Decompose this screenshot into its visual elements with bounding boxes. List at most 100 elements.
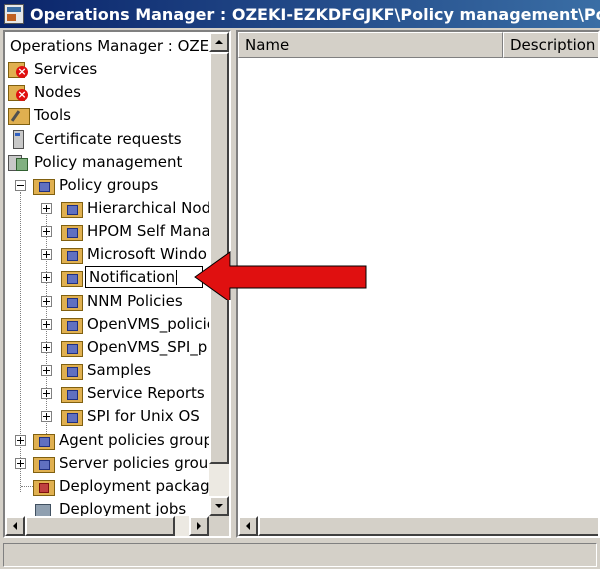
folder-icon — [33, 176, 55, 195]
folder-icon — [61, 315, 83, 334]
tree-item-agent-policies-group[interactable]: Agent policies group — [33, 429, 209, 451]
tree-item-deployment-jobs[interactable]: Deployment jobs — [33, 498, 188, 516]
tree-item-label: SPI for Unix OS — [87, 407, 200, 425]
collapse-policy-groups-button[interactable] — [15, 180, 26, 191]
text-caret — [176, 270, 178, 285]
arrow-icon — [194, 251, 367, 300]
tree-root[interactable]: Operations Manager : OZEK — [8, 35, 209, 57]
red-arrow-annotation — [194, 251, 367, 300]
expand-button[interactable] — [41, 342, 52, 353]
expand-button[interactable] — [15, 435, 26, 446]
tree-item-microsoft-windo[interactable]: Microsoft Windo — [61, 243, 209, 265]
tree-item-policy-groups[interactable]: Policy groups — [33, 174, 160, 196]
tree-item-label: Policy groups — [59, 176, 159, 194]
tree-item-openvms-spi[interactable]: OpenVMS_SPI_p — [61, 336, 209, 358]
title-bar: Operations Manager : OZEKI-EZKDFGJKF\Pol… — [0, 0, 600, 28]
tree-connector-line — [21, 486, 33, 487]
tree-item-nodes[interactable]: Nodes — [8, 81, 83, 103]
expand-button[interactable] — [41, 272, 52, 283]
expand-button[interactable] — [41, 249, 52, 260]
list-horizontal-scrollbar[interactable] — [238, 516, 598, 536]
expand-button[interactable] — [41, 388, 52, 399]
folder-icon — [61, 199, 83, 218]
tree-item-label: Server policies group — [59, 454, 209, 472]
scroll-left-button[interactable] — [5, 516, 25, 536]
tree-root-label: Operations Manager : OZEK — [10, 37, 209, 55]
tree-connector-line — [20, 192, 21, 492]
certificate-icon — [8, 130, 28, 149]
arrow-left-icon — [246, 522, 250, 530]
folder-icon — [61, 384, 83, 403]
scroll-up-button[interactable] — [209, 32, 229, 52]
expand-button[interactable] — [41, 365, 52, 376]
scroll-right-button[interactable] — [189, 516, 209, 536]
tree-item-hierarchical-nod[interactable]: Hierarchical Nod — [61, 197, 209, 219]
expand-button[interactable] — [41, 411, 52, 422]
folder-icon — [61, 338, 83, 357]
arrow-up-icon — [215, 40, 223, 44]
tree-item-label: Deployment package — [59, 477, 209, 495]
tree-item-label: Deployment jobs — [59, 500, 187, 516]
tree-item-service-reports[interactable]: Service Reports — [61, 382, 207, 404]
nodes-icon — [8, 83, 28, 101]
list-column-headers: Name Description — [238, 32, 598, 58]
tree-item-hpom-self-mana[interactable]: HPOM Self Mana — [61, 220, 209, 242]
operations-manager-app-icon[interactable] — [4, 4, 24, 24]
folder-icon — [61, 222, 83, 241]
tree-item-tools[interactable]: Tools — [8, 104, 73, 126]
tree-item-certificate-requests[interactable]: Certificate requests — [8, 128, 184, 150]
scroll-left-button[interactable] — [238, 516, 258, 536]
scroll-down-button[interactable] — [209, 496, 229, 516]
folder-icon — [33, 454, 55, 473]
package-icon — [33, 477, 55, 496]
folder-icon — [61, 292, 83, 311]
tree-item-services[interactable]: Services — [8, 58, 99, 80]
tree-item-label: NNM Policies — [87, 292, 183, 310]
services-icon — [8, 60, 28, 78]
column-header-description[interactable]: Description — [503, 32, 598, 58]
expand-button[interactable] — [41, 203, 52, 214]
tree-item-nnm-policies[interactable]: NNM Policies — [61, 290, 185, 312]
tree-item-deployment-package[interactable]: Deployment package — [33, 475, 209, 497]
console-tree: Operations Manager : OZEK Services Nodes… — [5, 32, 209, 516]
tree-item-notification[interactable]: Notification — [61, 266, 203, 288]
tree-horizontal-scrollbar[interactable] — [5, 516, 209, 536]
folder-icon — [61, 245, 83, 264]
rename-text: Notification — [89, 268, 176, 286]
folder-icon — [61, 407, 83, 426]
expand-button[interactable] — [41, 226, 52, 237]
rename-edit-box[interactable]: Notification — [85, 266, 203, 288]
jobs-icon — [33, 500, 53, 516]
tools-icon — [8, 106, 30, 125]
arrow-right-icon — [197, 522, 201, 530]
tree-item-label: Service Reports — [87, 384, 205, 402]
tree-item-label: HPOM Self Mana — [87, 222, 209, 240]
policy-icon — [8, 153, 28, 171]
tree-item-policy-management[interactable]: Policy management — [8, 151, 184, 173]
status-bar — [3, 543, 597, 567]
folder-icon — [61, 268, 83, 287]
column-header-name[interactable]: Name — [238, 32, 503, 58]
expand-button[interactable] — [41, 319, 52, 330]
tree-item-openvms-policies[interactable]: OpenVMS_policie — [61, 313, 209, 335]
tree-item-label: OpenVMS_policie — [87, 315, 209, 333]
tree-horizontal-scroll-thumb[interactable] — [25, 516, 175, 536]
tree-item-spi-for-unix-os[interactable]: SPI for Unix OS — [61, 405, 202, 427]
arrow-left-icon — [13, 522, 17, 530]
folder-icon — [61, 361, 83, 380]
tree-item-label: Nodes — [34, 83, 81, 101]
tree-item-label: Samples — [87, 361, 152, 379]
tree-item-label: Tools — [34, 106, 71, 124]
tree-item-label: Policy management — [34, 153, 183, 171]
tree-item-label: OpenVMS_SPI_p — [87, 338, 208, 356]
expand-button[interactable] — [15, 458, 26, 469]
tree-item-samples[interactable]: Samples — [61, 359, 153, 381]
tree-item-label: Services — [34, 60, 98, 78]
list-horizontal-scroll-thumb[interactable] — [258, 516, 598, 536]
arrow-down-icon — [215, 504, 223, 508]
tree-item-label: Hierarchical Nod — [87, 199, 209, 217]
folder-icon — [33, 431, 55, 450]
tree-item-server-policies-group[interactable]: Server policies group — [33, 452, 209, 474]
expand-button[interactable] — [41, 296, 52, 307]
scrollbar-corner — [209, 516, 229, 536]
